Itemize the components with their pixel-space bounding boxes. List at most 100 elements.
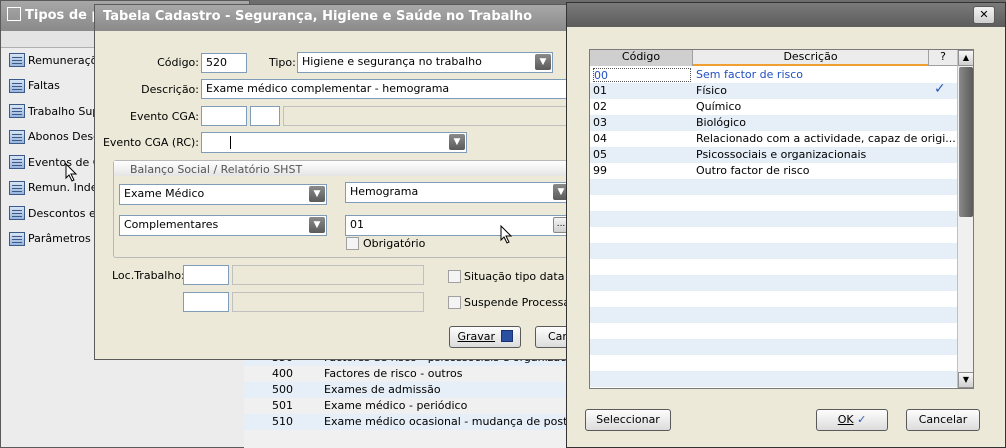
suspende-processamento-label: Suspende Processam (464, 296, 581, 309)
picker-row[interactable]: 02 Químico (590, 99, 957, 115)
situacao-tipo-data-checkbox[interactable] (448, 270, 461, 283)
text-cursor (230, 136, 231, 149)
picker-row[interactable]: 05 Psicossociais e organizacionais (590, 147, 957, 163)
picker-row-description: Relacionado com a actividade, capaz de o… (696, 132, 956, 145)
sidebar-item[interactable]: Eventos de C (9, 153, 100, 171)
row-code: 501 (272, 399, 293, 412)
cadastro-dialog-titlebar: Tabela Cadastro - Segurança, Higiene e S… (95, 5, 573, 31)
save-icon (500, 330, 513, 342)
tipo-value: Higiene e segurança no trabalho (302, 55, 482, 68)
picker-row-code: 05 (593, 148, 607, 161)
row-description: Exames de admissão (324, 383, 441, 396)
row-code: 510 (272, 415, 293, 428)
picker-titlebar (567, 3, 1005, 27)
sidebar-item[interactable]: Faltas (9, 77, 60, 95)
evento-cga-description (283, 106, 575, 126)
picker-row[interactable]: 01 Físico ✓ (590, 81, 957, 99)
subcategoria-value: Complementares (124, 218, 219, 231)
picker-row-code: 99 (593, 164, 607, 177)
evento-cga-label: Evento CGA: (130, 110, 199, 123)
mouse-pointer-icon (65, 163, 78, 182)
close-icon[interactable]: ✕ (973, 6, 995, 24)
sidebar-item[interactable]: Parâmetros fis (9, 230, 107, 248)
picker-row-description: Outro factor de risco (696, 164, 810, 177)
table-icon (9, 78, 25, 93)
chevron-down-icon[interactable]: ▼ (535, 54, 551, 70)
table-icon (9, 104, 25, 118)
evento-cga-field-1[interactable] (201, 106, 247, 126)
row-code: 500 (272, 383, 293, 396)
vertical-scrollbar[interactable]: ▲ ▼ (957, 50, 973, 388)
cadastro-dialog-title: Tabela Cadastro - Segurança, Higiene e S… (103, 9, 533, 24)
sidebar-item[interactable]: Descontos es (9, 204, 102, 222)
seleccionar-button[interactable]: Seleccionar (585, 409, 671, 431)
loc-trabalho-desc-2 (232, 292, 424, 312)
gravar-button[interactable]: Gravar (449, 326, 521, 348)
picker-grid[interactable]: Código Descrição ? 00 Sem factor de risco… (589, 49, 974, 389)
table-icon (9, 206, 25, 220)
categoria-value: Exame Médico (124, 187, 205, 200)
checkmark-icon: ✓ (934, 81, 946, 97)
col-check-header[interactable]: ? (928, 50, 957, 66)
picker-row-code: 02 (593, 100, 607, 113)
picker-row-description: Sem factor de risco (696, 68, 804, 81)
picker-row[interactable]: 03 Biológico (590, 115, 957, 131)
codigo-field[interactable]: 520 (201, 53, 247, 73)
window-icon (7, 7, 21, 21)
situacao-tipo-data-label: Situação tipo data (464, 270, 565, 283)
scroll-down-button[interactable]: ▼ (958, 372, 973, 388)
picker-row[interactable]: 04 Relacionado com a actividade, capaz de… (590, 131, 957, 147)
descricao-field[interactable]: Exame médico complementar - hemograma (201, 79, 575, 99)
sidebar-item-label: Faltas (28, 79, 60, 92)
evento-cga-field-2[interactable] (250, 106, 280, 126)
checkmark-icon: ✓ (857, 413, 867, 426)
obrigatorio-label: Obrigatório (363, 237, 426, 250)
exame-select[interactable]: Hemograma ▼ (345, 182, 571, 203)
col-descricao-header[interactable]: Descrição (693, 50, 928, 66)
cadastro-dialog: Tabela Cadastro - Segurança, Higiene e S… (94, 4, 585, 360)
categoria-select[interactable]: Exame Médico ▼ (119, 184, 327, 205)
sidebar-item-label: Descontos es (28, 206, 102, 220)
list-row[interactable]: 500 Exames de admissão (244, 382, 570, 398)
exame-value: Hemograma (350, 185, 419, 198)
scroll-up-button[interactable]: ▲ (958, 50, 973, 66)
cancelar-label: Car (548, 330, 567, 343)
list-row[interactable]: 510 Exame médico ocasional - mudança de p… (244, 414, 570, 430)
ok-button[interactable]: OK ✓ (816, 409, 888, 431)
sidebar-item[interactable]: Abonos Desco (9, 128, 106, 146)
table-icon (9, 129, 25, 144)
picker-row[interactable]: 99 Outro factor de risco (590, 163, 957, 179)
suspende-processamento-checkbox[interactable] (448, 296, 461, 309)
sidebar-item[interactable]: Trabalho Sup (9, 102, 99, 120)
evento-cga-rc-label: Evento CGA (RC): (102, 136, 199, 149)
picker-row-code: 00 (593, 68, 691, 82)
subcategoria-select[interactable]: Complementares ▼ (119, 215, 327, 236)
picker-row-description: Químico (696, 100, 742, 113)
tipo-label: Tipo: (269, 56, 296, 69)
picker-row-description: Biológico (696, 116, 746, 129)
chevron-down-icon[interactable]: ▼ (449, 134, 465, 150)
picker-row[interactable]: 00 Sem factor de risco (590, 67, 957, 83)
picker-row-description: Físico (696, 84, 727, 97)
list-row[interactable]: 400 Factores de risco - outros (244, 366, 570, 382)
table-icon (9, 53, 25, 67)
factor-risco-lookup[interactable]: 01 ... (345, 215, 571, 236)
chevron-down-icon[interactable]: ▼ (309, 186, 325, 202)
sidebar-item[interactable]: Remun. Indep (9, 179, 105, 197)
codigo-label: Código: (157, 56, 199, 69)
evento-cga-rc-select[interactable]: ▼ (201, 132, 467, 153)
list-row[interactable]: 501 Exame médico - periódico (244, 398, 570, 414)
col-codigo-header[interactable]: Código (590, 50, 693, 66)
loc-trabalho-field-2[interactable] (183, 292, 229, 312)
scroll-thumb[interactable] (959, 67, 973, 217)
cancelar-picker-button[interactable]: Cancelar (906, 409, 980, 431)
loc-trabalho-field-1[interactable] (183, 265, 229, 285)
balanco-social-group-label: Balanço Social / Relatório SHST (130, 163, 303, 176)
row-description: Exame médico - periódico (324, 399, 468, 412)
picker-row-code: 01 (593, 84, 607, 97)
tipo-select[interactable]: Higiene e segurança no trabalho ▼ (297, 52, 553, 73)
ok-label: OK (837, 413, 854, 426)
chevron-down-icon[interactable]: ▼ (309, 217, 325, 233)
obrigatorio-checkbox[interactable] (346, 237, 359, 250)
factor-risco-value: 01 (350, 218, 364, 231)
